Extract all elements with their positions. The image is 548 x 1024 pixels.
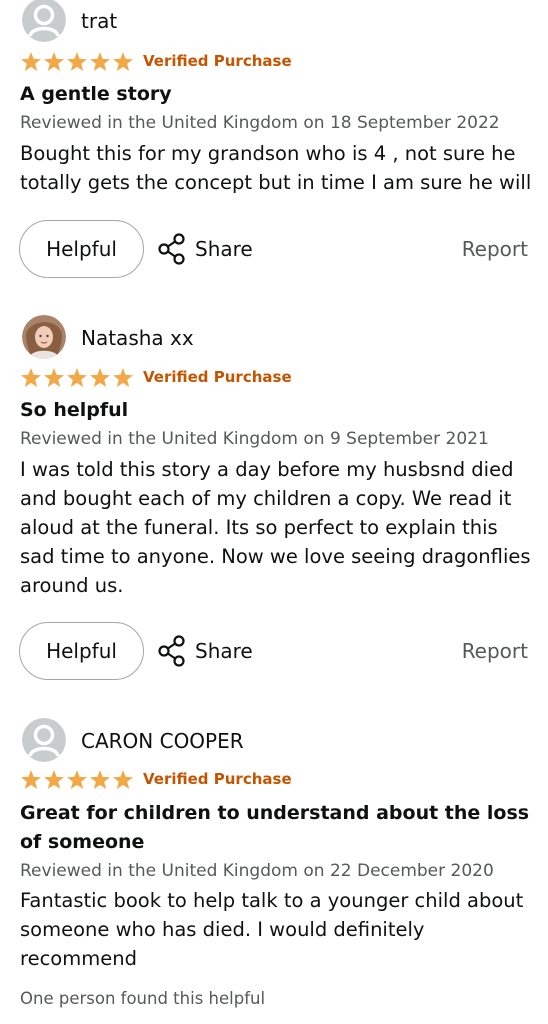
share-icon — [158, 233, 185, 265]
reviewer-avatar[interactable] — [22, 315, 66, 359]
share-button[interactable]: Share — [157, 232, 253, 266]
report-link[interactable]: Report — [462, 639, 528, 663]
review-body: I was told this story a day before my hu… — [20, 458, 531, 597]
share-label: Share — [195, 639, 253, 663]
verified-purchase-badge: Verified Purchase — [143, 770, 292, 788]
review-date: Reviewed in the United Kingdom on 22 Dec… — [20, 861, 494, 881]
reviewer-name[interactable]: trat — [81, 9, 117, 33]
star-rating — [20, 366, 134, 390]
star-rating — [20, 768, 134, 792]
review-date: Reviewed in the United Kingdom on 18 Sep… — [20, 113, 500, 133]
review-title[interactable]: A gentle story — [20, 80, 530, 109]
default-avatar-icon — [22, 718, 66, 762]
share-icon — [158, 635, 185, 667]
five-star-icon — [21, 52, 133, 71]
reviewer-name[interactable]: Natasha xx — [81, 326, 194, 350]
reviewer-avatar[interactable] — [22, 0, 66, 42]
report-link[interactable]: Report — [462, 237, 528, 261]
review-title[interactable]: Great for children to understand about t… — [20, 799, 530, 857]
share-button[interactable]: Share — [157, 634, 253, 668]
reviewer-name[interactable]: CARON COOPER — [81, 729, 244, 753]
review-date: Reviewed in the United Kingdom on 9 Sept… — [20, 429, 489, 449]
review-title[interactable]: So helpful — [20, 396, 530, 425]
helpful-button[interactable]: Helpful — [19, 622, 144, 680]
default-avatar-icon — [22, 0, 66, 42]
user-photo-avatar — [22, 315, 66, 359]
share-label: Share — [195, 237, 253, 261]
review-body: Bought this for my grandson who is 4 , n… — [20, 142, 532, 194]
star-rating — [20, 50, 134, 74]
reviewer-avatar[interactable] — [22, 718, 66, 762]
review-body: Fantastic book to help talk to a younger… — [20, 889, 524, 970]
verified-purchase-badge: Verified Purchase — [143, 368, 292, 386]
helpful-count: One person found this helpful — [20, 989, 266, 1008]
review-card: trat Verified Purchase A gentle story Re… — [0, 0, 548, 290]
five-star-icon — [21, 368, 133, 387]
helpful-button[interactable]: Helpful — [19, 220, 144, 278]
five-star-icon — [21, 770, 133, 789]
verified-purchase-badge: Verified Purchase — [143, 52, 292, 70]
